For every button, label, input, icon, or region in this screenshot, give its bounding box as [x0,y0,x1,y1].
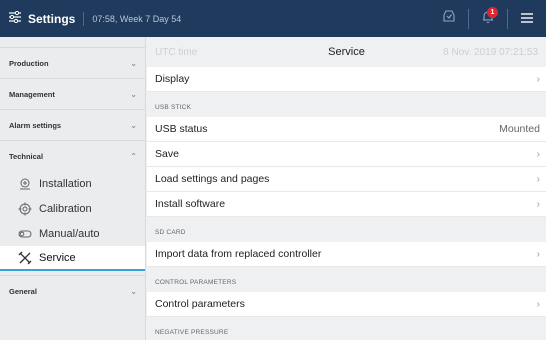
toggle-icon [17,226,33,242]
sidebar-item-service[interactable]: Service [0,246,145,271]
page-header: UTC time Service 8 Nov. 2019 07:21:53 [147,37,546,67]
chevron-down-icon: ⌄ [130,89,137,99]
sidebar-group-management[interactable]: Management ⌄ [0,78,145,109]
row-label: Save [155,148,179,160]
top-bar: Settings 07:58, Week 7 Day 54 1 [0,0,546,37]
usb-status-value: Mounted [499,123,540,135]
app-title: Settings [28,11,76,26]
chevron-down-icon: ⌄ [130,286,137,296]
installation-icon [17,176,33,192]
utc-time-value: 8 Nov. 2019 07:21:53 [443,46,538,58]
menu-button[interactable] [508,0,546,37]
chevron-right-icon: › [536,73,540,85]
chevron-right-icon: › [536,248,540,260]
sidebar-item-label: Installation [39,177,92,190]
sidebar: Production ⌄ Management ⌄ Alarm settings… [0,37,146,340]
sidebar-item-calibration[interactable]: Calibration [0,196,145,221]
sidebar-group-production[interactable]: Production ⌄ [0,47,145,78]
row-label: Import data from replaced controller [155,248,322,260]
sidebar-item-label: Calibration [39,202,92,215]
row-label: Display [155,73,190,85]
group-label: Management [9,89,55,99]
chevron-right-icon: › [536,173,540,185]
chevron-right-icon: › [536,198,540,210]
row-import-data[interactable]: Import data from replaced controller › [147,242,546,267]
chevron-down-icon: ⌄ [130,120,137,130]
tray-button[interactable] [430,0,468,37]
sidebar-group-alarm-settings[interactable]: Alarm settings ⌄ [0,109,145,140]
row-save[interactable]: Save › [147,142,546,167]
row-load-settings[interactable]: Load settings and pages › [147,167,546,192]
group-label: General [9,286,37,296]
section-header-negative-pressure: NEGATIVE PRESSURE [155,329,229,336]
row-control-parameters[interactable]: Control parameters › [147,292,546,317]
section-header-control-parameters: CONTROL PARAMETERS [155,279,237,286]
row-label: Load settings and pages [155,173,270,185]
notification-badge: 1 [487,7,498,18]
sidebar-item-label: Service [39,251,76,264]
header-left: Settings 07:58, Week 7 Day 54 [0,0,181,37]
group-label: Alarm settings [9,120,62,130]
section-header-sd-card: SD CARD [155,229,186,236]
row-label: Install software [155,198,226,210]
chevron-right-icon: › [536,148,540,160]
row-label: Control parameters [155,298,245,310]
group-label: Production [9,58,49,68]
header-time: 07:58, Week 7 Day 54 [92,13,182,24]
hamburger-icon [521,10,533,28]
chevron-right-icon: › [536,298,540,310]
tools-icon [17,250,33,266]
chevron-down-icon: ⌄ [130,58,137,68]
chevron-up-icon: ⌃ [130,151,137,161]
header-separator [83,11,85,26]
sidebar-item-label: Manual/auto [39,227,100,240]
sidebar-group-technical[interactable]: Technical ⌃ [0,140,145,171]
sidebar-item-manual-auto[interactable]: Manual/auto [0,221,145,246]
crosshair-icon [17,201,33,217]
section-header-usb-stick: USB STICK [155,104,192,111]
header-actions: 1 [430,0,546,37]
row-display[interactable]: Display › [147,67,546,92]
row-usb-status: USB status Mounted [147,117,546,142]
row-label: USB status [155,123,208,135]
sidebar-item-installation[interactable]: Installation [0,171,145,196]
group-label: Technical [9,151,44,161]
settings-sliders-icon [8,10,22,28]
row-install-software[interactable]: Install software › [147,192,546,217]
tray-check-icon [442,9,456,28]
sidebar-group-general[interactable]: General ⌄ [0,275,145,306]
notifications-button[interactable]: 1 [469,0,507,37]
main-panel: UTC time Service 8 Nov. 2019 07:21:53 Di… [147,37,546,340]
